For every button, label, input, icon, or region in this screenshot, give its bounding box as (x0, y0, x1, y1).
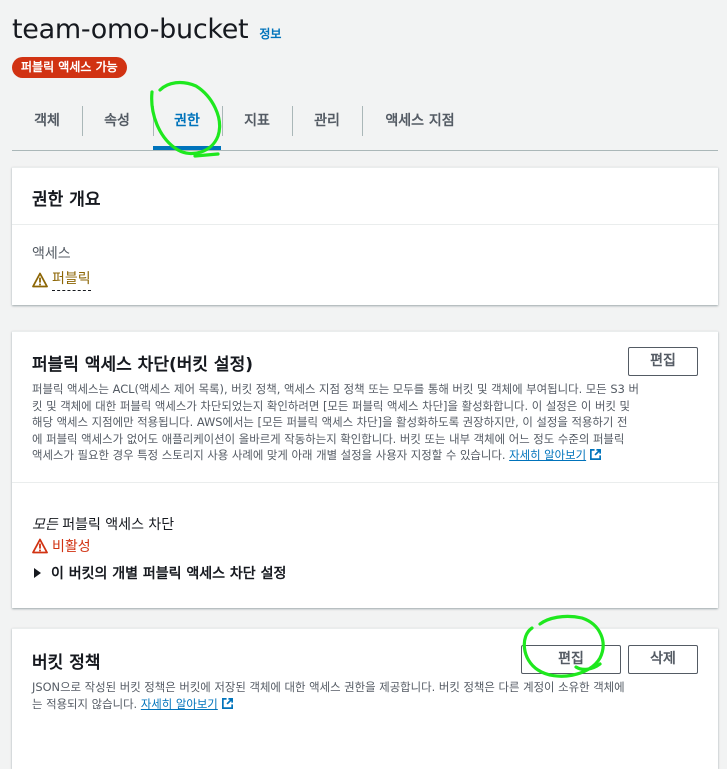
external-link-icon (590, 449, 602, 461)
bucket-policy-panel: 버킷 정책 편집 삭제 JSON으로 작성된 버킷 정책은 버킷에 저장된 객체… (12, 628, 718, 769)
tab-management[interactable]: 관리 (302, 100, 352, 144)
access-status[interactable]: 퍼블릭 (32, 268, 91, 291)
expander-label: 이 버킷의 개별 퍼블릭 액세스 차단 설정 (51, 566, 287, 582)
tab-divider (82, 106, 83, 136)
setting-label: 퍼블릭 액세스 차단 (57, 517, 175, 533)
divider (12, 224, 718, 225)
block-public-access-panel: 퍼블릭 액세스 차단(버킷 설정) 편집 퍼블릭 액세스는 ACL(액세스 제어… (12, 331, 718, 608)
access-label: 액세스 (32, 246, 71, 262)
panel-heading: 권한 개요 (32, 190, 101, 210)
warning-icon (32, 538, 48, 554)
tab-divider (222, 106, 223, 136)
block-all-public-access-label: 모든 퍼블릭 액세스 차단 (32, 514, 174, 534)
block-public-access-description: 퍼블릭 액세스는 ACL(액세스 제어 목록), 버킷 정책, 액세스 지점 정… (32, 381, 702, 464)
tab-divider (362, 106, 363, 136)
description-line: 해당 액세스 지점에만 적용됩니다. AWS에서는 [모든 퍼블릭 액세스 차단… (32, 415, 628, 430)
edit-policy-button[interactable]: 편집 (521, 645, 621, 674)
info-link[interactable]: 정보 (259, 25, 281, 42)
tab-metrics[interactable]: 지표 (232, 100, 282, 144)
individual-settings-expander[interactable]: 이 버킷의 개별 퍼블릭 액세스 차단 설정 (34, 563, 286, 583)
caret-right-icon (34, 568, 41, 578)
learn-more-text: 자세히 알아보기 (509, 448, 587, 463)
tab-objects[interactable]: 객체 (22, 100, 72, 144)
block-status: 비활성 (32, 536, 91, 556)
description-text: 액세스가 필요한 경우 특정 스토리지 사용 사례에 맞게 아래 개별 설정을 … (32, 448, 506, 463)
tab-permissions[interactable]: 권한 (153, 100, 221, 150)
description-line: 킷 및 객체에 대한 퍼블릭 액세스가 차단되었는지 확인하려면 [모든 퍼블릭… (32, 398, 631, 413)
description-line: 액세스가 필요한 경우 특정 스토리지 사용 사례에 맞게 아래 개별 설정을 … (32, 447, 702, 464)
permissions-overview-panel: 권한 개요 액세스 퍼블릭 (12, 167, 718, 305)
description-line: 는 적용되지 않습니다. 자세히 알아보기 (32, 696, 712, 713)
public-access-badge: 퍼블릭 액세스 가능 (12, 57, 127, 78)
learn-more-text: 자세히 알아보기 (140, 696, 218, 711)
external-link-icon (221, 697, 233, 709)
tab-properties[interactable]: 속성 (92, 100, 142, 144)
bucket-title-row: team-omo-bucket 정보 (12, 14, 281, 45)
panel-heading: 퍼블릭 액세스 차단(버킷 설정) (32, 355, 253, 375)
description-text: 는 적용되지 않습니다. (32, 696, 138, 711)
description-line: JSON으로 작성된 버킷 정책은 버킷에 저장된 객체에 대한 액세스 권한을… (32, 680, 625, 694)
edit-button[interactable]: 편집 (628, 347, 698, 376)
setting-prefix: 모든 (32, 517, 58, 533)
learn-more-link[interactable]: 자세히 알아보기 (141, 697, 234, 711)
warning-icon (32, 272, 48, 287)
description-line: 퍼블릭 액세스는 ACL(액세스 제어 목록), 버킷 정책, 액세스 지점 정… (32, 382, 639, 396)
block-status-text: 비활성 (52, 539, 91, 555)
panel-heading: 버킷 정책 (32, 653, 101, 673)
learn-more-link[interactable]: 자세히 알아보기 (509, 448, 602, 462)
description-line: 에 퍼블릭 액세스가 없어도 애플리케이션이 올바르게 작동하는지 확인합니다.… (32, 431, 625, 446)
access-value: 퍼블릭 (52, 268, 91, 291)
page-title: team-omo-bucket (12, 14, 249, 45)
tab-access-points[interactable]: 액세스 지점 (372, 100, 468, 144)
divider (12, 482, 718, 483)
delete-policy-button[interactable]: 삭제 (628, 645, 698, 674)
bucket-policy-description: JSON으로 작성된 버킷 정책은 버킷에 저장된 객체에 대한 액세스 권한을… (32, 679, 712, 712)
tab-divider (292, 106, 293, 136)
tab-bar: 객체 속성 권한 지표 관리 액세스 지점 (12, 100, 718, 151)
